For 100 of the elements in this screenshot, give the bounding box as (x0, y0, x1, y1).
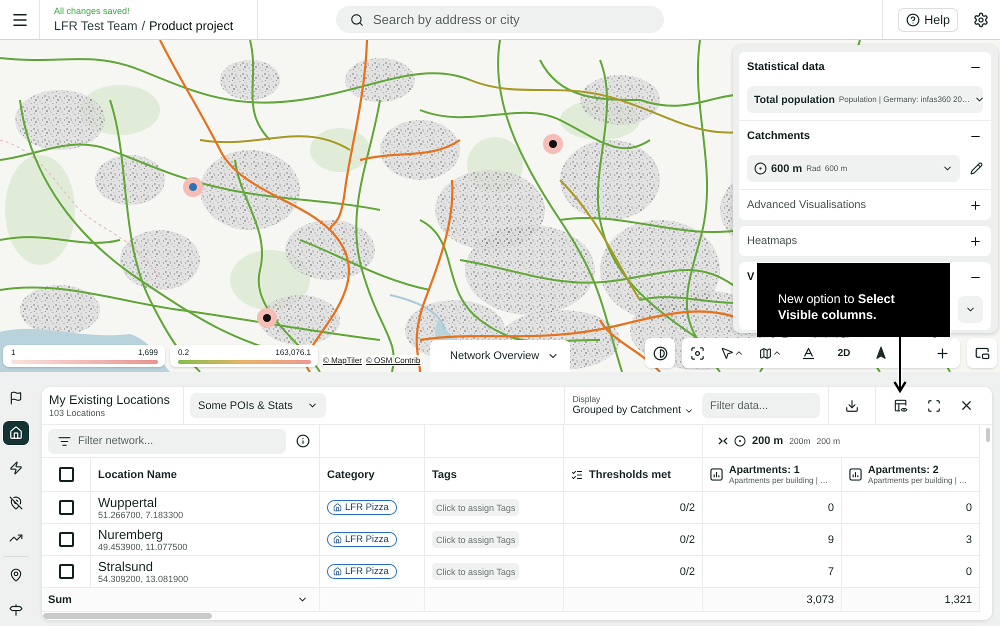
view-mode-toggle[interactable]: 2D (838, 348, 850, 358)
location-count: 103 Locations (49, 408, 106, 418)
search-icon (350, 12, 364, 26)
path-separator: / (142, 18, 146, 34)
lightning-icon (9, 461, 23, 475)
metric-value: 0 (966, 566, 972, 578)
chart-icon (849, 468, 862, 481)
threshold-count: 0/2 (680, 566, 695, 578)
table-eye-icon[interactable] (894, 398, 908, 412)
pin-off-icon (9, 496, 23, 510)
close-icon[interactable] (959, 398, 974, 413)
column-header: Tags (432, 468, 457, 480)
location-name[interactable]: Stralsund (98, 558, 188, 574)
project-name[interactable]: Product project (149, 18, 234, 34)
legend-min: 0.2 (178, 348, 190, 357)
cursor-icon[interactable] (720, 346, 734, 360)
home-icon (333, 535, 342, 544)
filter-network-field[interactable]: Filter network... (48, 428, 286, 454)
preset-dropdown[interactable]: Some POIs & Stats (190, 393, 326, 418)
contrast-button[interactable] (645, 338, 675, 368)
map-icon[interactable] (758, 346, 772, 360)
assign-tags-button[interactable]: Click to assign Tags (432, 563, 520, 580)
checkbox[interactable] (58, 564, 74, 579)
display-dropdown[interactable]: Grouped by Catchment (572, 404, 694, 417)
team-name[interactable]: LFR Test Team (54, 18, 138, 34)
frame-button[interactable] (967, 338, 997, 368)
section-title: Heatmaps (747, 235, 798, 247)
target-icon (734, 435, 746, 447)
coordinates: 51.266700, 7.183300 (98, 510, 184, 520)
plus-icon[interactable] (969, 234, 982, 248)
vertical-scrollbar[interactable] (986, 428, 990, 442)
assign-tags-button[interactable]: Click to assign Tags (432, 499, 520, 516)
metric-value: 9 (828, 534, 834, 546)
column-header: Apartments: 1 (729, 464, 801, 476)
checklist-icon (571, 468, 583, 480)
metric-value: 0 (828, 502, 834, 514)
assign-tags-button[interactable]: Click to assign Tags (432, 531, 520, 548)
sum-label: Sum (48, 594, 72, 606)
text-color-icon[interactable] (800, 346, 816, 360)
catchment-select[interactable]: 600 m Rad 600 m (747, 155, 960, 182)
focus-icon[interactable] (690, 346, 704, 360)
download-icon[interactable] (845, 398, 859, 412)
settings-icon[interactable] (973, 12, 989, 28)
column-header: Location Name (98, 468, 177, 480)
target-icon (754, 162, 767, 175)
chart-icon (710, 468, 723, 481)
checkbox[interactable] (58, 532, 74, 547)
column-subtitle: Apartments per building | … (729, 476, 828, 485)
help-button[interactable]: Help (898, 8, 958, 32)
metric-value: 3 (966, 534, 972, 546)
zoom-in-icon[interactable] (934, 346, 950, 360)
park-area (310, 128, 370, 172)
compass-arrow-icon[interactable] (874, 346, 888, 360)
save-status: All changes saved! (54, 6, 130, 17)
legend-max: 163,076.1 (275, 348, 311, 357)
attribution-link[interactable]: © MapTiler (322, 355, 363, 366)
location-name[interactable]: Wuppertal (98, 494, 184, 510)
column-header: Thresholds met (589, 468, 671, 480)
flag-icon (9, 391, 23, 405)
collapse-icon[interactable] (718, 437, 728, 445)
location-marker-icon[interactable] (263, 314, 271, 322)
threshold-count: 0/2 (680, 502, 695, 514)
sidebar-item[interactable] (3, 421, 29, 445)
home-icon (333, 567, 342, 576)
location-marker-icon[interactable] (189, 183, 197, 191)
section-title: Advanced Visualisations (747, 199, 866, 211)
info-icon[interactable] (296, 434, 310, 448)
plus-icon[interactable] (969, 198, 982, 212)
coordinates: 49.453900, 11.077500 (98, 542, 188, 552)
urban-area (345, 58, 415, 102)
home-icon (333, 503, 342, 512)
category-label: LFR Pizza (345, 534, 389, 545)
attribution-link[interactable]: © OSM Contrib (364, 355, 422, 366)
group-detail: 200 m (816, 436, 840, 446)
column-header: Apartments: 2 (868, 464, 940, 476)
metric-value: 0 (966, 502, 972, 514)
data-select[interactable]: Total population Population | Germany: infas360 20… (747, 86, 983, 113)
checkbox[interactable] (58, 467, 74, 482)
group-detail: 200m (789, 436, 810, 446)
metric-value: 7 (828, 566, 834, 578)
checkbox[interactable] (58, 500, 74, 515)
signpost-icon (9, 603, 23, 617)
location-marker-icon[interactable] (549, 140, 557, 148)
section-title: Catchments (747, 130, 810, 142)
column-subtitle: Apartments per building | … (868, 476, 968, 485)
urban-area (220, 60, 280, 100)
frame-icon (974, 346, 990, 360)
legend-min: 1 (11, 348, 16, 357)
search-field[interactable]: Search by address or city (336, 6, 664, 33)
location-name[interactable]: Nuremberg (98, 526, 188, 542)
filter-data-field[interactable]: Filter data... (702, 393, 820, 418)
view-dropdown[interactable]: Network Overview (430, 340, 570, 372)
edit-icon[interactable] (970, 162, 983, 175)
help-icon (906, 12, 920, 26)
fullscreen-icon[interactable] (926, 398, 940, 412)
horizontal-scrollbar[interactable] (43, 613, 212, 619)
tooltip-text: New option to Select Visible columns. (778, 291, 896, 323)
column-header: Category (327, 468, 375, 480)
urban-area (95, 155, 165, 205)
contrast-icon (652, 346, 668, 360)
